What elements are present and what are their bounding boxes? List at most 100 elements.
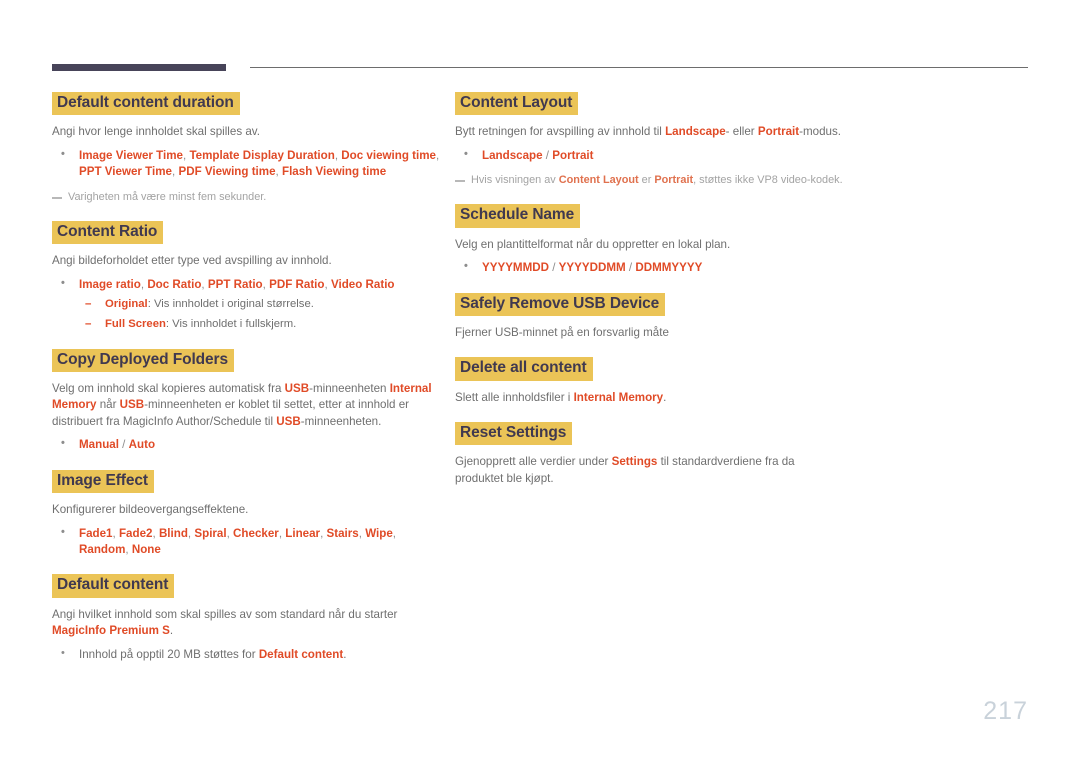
text-run: Innhold på opptil 20 MB støttes for xyxy=(79,647,259,661)
emphasis-term: Landscape xyxy=(482,148,543,162)
note-emphasis-term: Content Layout xyxy=(558,174,639,187)
emphasis-term: Fade1 xyxy=(79,526,113,540)
emphasis-term: Default content xyxy=(258,647,344,661)
section-body: Gjenopprett alle verdier under Settings … xyxy=(455,454,845,487)
text-run: , xyxy=(392,526,397,540)
emphasis-term: USB xyxy=(284,382,310,395)
section-body: Velg om innhold skal kopieres automatisk… xyxy=(52,381,440,430)
text-run: Velg om innhold skal kopieres automatisk… xyxy=(52,382,285,395)
section-body: Fjerner USB-minnet på en forsvarlig måte xyxy=(455,325,669,339)
bullet-item: Innhold på opptil 20 MB støttes for Defa… xyxy=(52,646,440,663)
text-run: : Vis innholdet i fullskjerm. xyxy=(165,317,297,330)
bullet-item: Fade1, Fade2, Blind, Spiral, Checker, Li… xyxy=(52,525,440,559)
bullet-list: Landscape / Portrait xyxy=(455,147,845,164)
text-run: -modus. xyxy=(799,125,842,139)
section-heading: Image Effect xyxy=(52,469,154,494)
doc-section: Safely Remove USB Device Fjerner USB-minn… xyxy=(455,292,845,342)
section-body: Konfigurerer bildeovergangseffektene. xyxy=(52,503,249,517)
text-run: - eller xyxy=(725,125,758,139)
section-body: Angi bildeforholdet etter type ved avspi… xyxy=(52,254,332,268)
emphasis-term: Landscape xyxy=(665,125,726,139)
section-heading: Default content duration xyxy=(52,92,240,116)
emphasis-term: Fade2 xyxy=(118,526,153,540)
emphasis-term: Portrait xyxy=(757,125,800,139)
emphasis-term: Doc viewing time xyxy=(341,148,436,162)
doc-section: Default content Angi hvilket innhold som … xyxy=(52,574,440,663)
note-text-run: , støttes ikke VP8 video-kodek. xyxy=(693,174,843,187)
note-line: Varigheten må være minst fem sekunder. xyxy=(52,190,440,205)
text-run: når xyxy=(96,398,120,412)
emphasis-term: PDF Ratio xyxy=(269,277,325,291)
emphasis-term: YYYYDDMM xyxy=(558,261,626,275)
section-body: Angi hvilket innhold som skal spilles av… xyxy=(52,607,440,640)
text-run: : Vis innholdet i original størrelse. xyxy=(147,298,314,311)
right-column: Content Layout Bytt retningen for avspill… xyxy=(455,92,845,487)
section-body: Velg en plantittelformat når du opprette… xyxy=(455,237,731,251)
emphasis-term: USB xyxy=(119,398,145,412)
text-run: , xyxy=(435,148,440,162)
emphasis-term: Stairs xyxy=(326,526,359,540)
bullet-item: Landscape / Portrait xyxy=(455,147,845,164)
emphasis-term: PPT Viewer Time xyxy=(79,165,173,179)
bullet-item: YYYYMMDD / YYYYDDMM / DDMMYYYY xyxy=(455,259,845,276)
sub-bullet-list: Original: Vis innholdet i original størr… xyxy=(79,296,440,333)
emphasis-term: Wipe xyxy=(365,526,393,540)
emphasis-term: None xyxy=(131,543,161,556)
sub-bullet-item: Original: Vis innholdet i original størr… xyxy=(79,296,440,313)
section-heading: Safely Remove USB Device xyxy=(455,292,666,316)
bullet-list: Manual / Auto xyxy=(52,436,440,453)
section-heading: Reset Settings xyxy=(455,422,573,446)
section-heading: Delete all content xyxy=(455,357,593,381)
bullet-item: Manual / Auto xyxy=(52,436,440,453)
header-rule-thin xyxy=(250,67,1028,68)
emphasis-term: Image ratio xyxy=(79,277,141,291)
section-heading: Copy Deployed Folders xyxy=(52,348,235,372)
text-run: -minneenheten xyxy=(309,382,390,395)
emphasis-term: Internal Memory xyxy=(573,390,664,404)
section-heading: Default content xyxy=(52,574,175,598)
text-run: / xyxy=(625,261,636,275)
header-rule-thick xyxy=(52,64,226,71)
bullet-item: Image ratio, Doc Ratio, PPT Ratio, PDF R… xyxy=(52,276,440,333)
text-run: Bytt retningen for avspilling av innhold… xyxy=(455,125,666,139)
left-column: Default content duration Angi hvor lenge … xyxy=(52,92,440,663)
bullet-item: Image Viewer Time, Template Display Dura… xyxy=(52,147,440,181)
bullet-list: Image Viewer Time, Template Display Dura… xyxy=(52,147,440,181)
emphasis-term: MagicInfo Premium S xyxy=(52,624,170,638)
text-run: -minneenheten. xyxy=(300,414,382,428)
text-run: / xyxy=(549,261,559,275)
emphasis-term: USB xyxy=(276,414,301,428)
emphasis-term: YYYYMMDD xyxy=(482,261,549,275)
text-run: . xyxy=(343,647,347,661)
doc-section: Content Layout Bytt retningen for avspill… xyxy=(455,92,845,188)
emphasis-term: Auto xyxy=(128,438,156,452)
text-run: Angi hvilket innhold som skal spilles av… xyxy=(52,607,398,621)
section-heading: Content Layout xyxy=(455,92,579,116)
page-number: 217 xyxy=(983,697,1028,725)
emphasis-term: Doc Ratio xyxy=(147,277,202,291)
bullet-list: Innhold på opptil 20 MB støttes for Defa… xyxy=(52,646,440,663)
emphasis-term: Video Ratio xyxy=(330,277,395,291)
text-run: Slett alle innholdsfiler i xyxy=(455,390,574,404)
text-run: Gjenopprett alle verdier under xyxy=(455,455,612,469)
doc-section: Reset Settings Gjenopprett alle verdier u… xyxy=(455,422,845,487)
emphasis-term: Portrait xyxy=(552,148,594,162)
emphasis-term: Linear xyxy=(285,526,321,540)
note-emphasis-term: Portrait xyxy=(654,174,694,187)
doc-section: Schedule Name Velg en plantittelformat nå… xyxy=(455,204,845,276)
section-body: Slett alle innholdsfiler i Internal Memo… xyxy=(455,390,845,406)
emphasis-term: Spiral xyxy=(194,526,227,540)
text-run: . xyxy=(663,390,667,404)
text-run: . xyxy=(169,624,174,638)
doc-section: Content Ratio Angi bildeforholdet etter t… xyxy=(52,220,440,333)
note-text-run: Varigheten må være minst fem sekunder. xyxy=(68,190,267,203)
note-text-run: er xyxy=(638,174,655,187)
page-header-rule xyxy=(52,64,1028,74)
